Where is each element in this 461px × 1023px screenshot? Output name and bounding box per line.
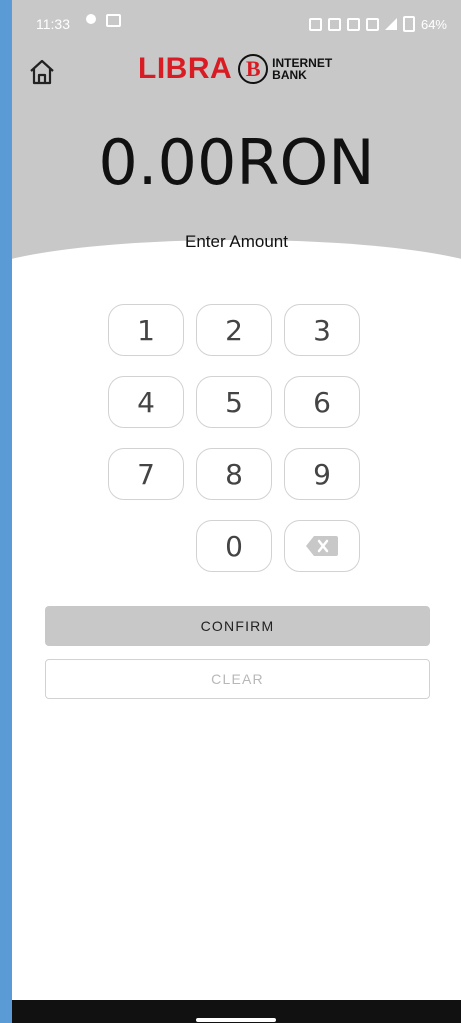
bluetooth-icon [346,17,360,31]
alarm-icon [327,17,341,31]
key-7[interactable]: 7 [108,448,184,500]
image-icon [106,14,121,27]
notification-icon [308,17,322,31]
vibrate-icon [365,17,379,31]
battery-percent: 64% [420,16,447,32]
logo-badge: B [238,54,269,84]
screen: 11:33 64% LIBRA B INTERNET BANK 0.00RON … [12,0,461,1023]
key-3[interactable]: 3 [284,304,360,356]
key-8[interactable]: 8 [196,448,272,500]
logo-subtext: INTERNET BANK [272,57,332,81]
status-time: 11:33 [36,16,70,32]
backspace-icon [306,536,338,556]
logo-text: LIBRA [138,52,233,85]
clear-button[interactable]: CLEAR [45,659,430,699]
key-0[interactable]: 0 [196,520,272,572]
key-6[interactable]: 6 [284,376,360,428]
libra-logo: LIBRA B INTERNET BANK [138,52,332,86]
key-5[interactable]: 5 [196,376,272,428]
key-9[interactable]: 9 [284,448,360,500]
home-icon [30,59,54,85]
chat-icon [86,14,96,24]
logo-subtext-line2: BANK [272,68,307,82]
key-1[interactable]: 1 [108,304,184,356]
home-gesture-handle[interactable] [196,1018,276,1022]
backspace-key[interactable] [284,520,360,572]
status-icons: 64% [308,16,447,32]
battery-icon [402,16,415,32]
status-left-icons [86,14,121,27]
logo-badge-letter: B [245,56,261,81]
home-button[interactable] [26,56,58,88]
key-2[interactable]: 2 [196,304,272,356]
confirm-button[interactable]: CONFIRM [45,606,430,646]
amount-display: 0.00RON [98,126,375,199]
key-4[interactable]: 4 [108,376,184,428]
navigation-bar [12,1000,461,1023]
enter-amount-label: Enter Amount [184,232,288,251]
status-bar: 11:33 64% [12,0,461,48]
signal-icon [384,18,397,30]
